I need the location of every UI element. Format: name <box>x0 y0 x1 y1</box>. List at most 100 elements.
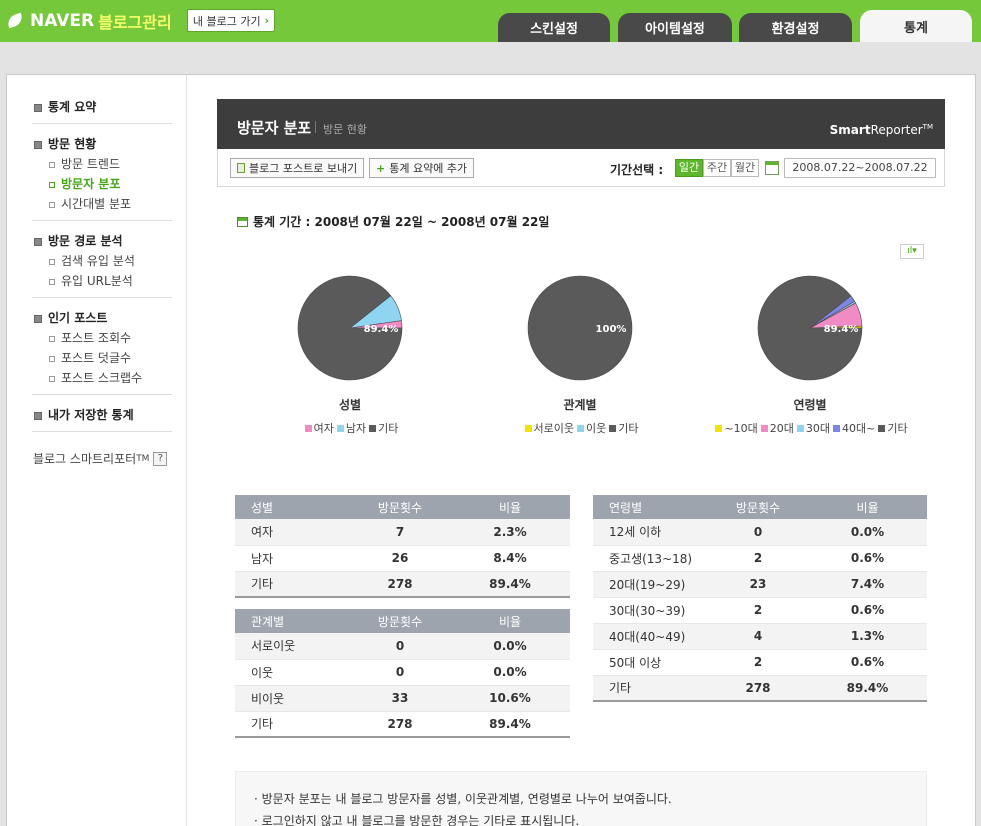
table-row: 중고생(13~18) 2 0.6% <box>593 545 927 572</box>
pie-svg: 100% <box>527 275 633 381</box>
sidebar-item-visit-status[interactable]: 방문 현황 <box>32 135 172 153</box>
help-icon[interactable]: ? <box>153 451 168 466</box>
cell: 50대 이상 <box>593 649 708 676</box>
tab-label: 아이템설정 <box>645 22 705 37</box>
smartreporter-label: 블로그 스마트리포터 <box>33 452 137 466</box>
legend-label: 여자 <box>313 422 334 435</box>
cell: 1.3% <box>808 623 927 650</box>
send-to-post-button[interactable]: 블로그 포스트로 보내기 <box>230 158 365 178</box>
cell: 30대(30~39) <box>593 597 708 624</box>
legend-label: 20대 <box>769 422 794 435</box>
nav-group-visit-status: 방문 현황 방문 트렌드 방문자 분포 시간대별 분포 <box>32 135 172 214</box>
pie-svg: 89.4% <box>757 275 863 381</box>
period-label: 기간선택 : <box>610 163 664 177</box>
add-to-summary-button[interactable]: + 통계 요약에 추가 <box>369 158 475 178</box>
cell: 서로이웃 <box>235 633 350 660</box>
sidebar-item-post-views[interactable]: 포스트 조회수 <box>32 328 172 348</box>
legend-swatch <box>715 425 723 432</box>
cell: 2.3% <box>450 519 570 546</box>
nav-group-saved-stats: 내가 저장한 통계 <box>32 406 172 424</box>
cell: 0.0% <box>450 659 570 686</box>
column-header: 방문횟수 <box>708 495 808 519</box>
cell: 2 <box>708 649 808 676</box>
cell: 89.4% <box>450 711 570 738</box>
notice-line: · 방문자 분포는 내 블로그 방문자를 성별, 이웃관계별, 연령별로 나누어… <box>254 792 672 806</box>
nav-group-popular-posts: 인기 포스트 포스트 조회수 포스트 덧글수 포스트 스크랩수 <box>32 309 172 388</box>
nav-group-summary: 통계 요약 <box>32 98 172 116</box>
cell: 0.6% <box>808 649 927 676</box>
date-range-field[interactable]: 2008.07.22~2008.07.22 <box>784 158 936 178</box>
naver-blog-logo[interactable]: NAVER 블로그관리 <box>6 9 172 33</box>
legend-label: ~10대 <box>724 422 758 435</box>
cell: 0 <box>350 633 450 660</box>
cell: 기타 <box>235 571 350 598</box>
column-header: 연령별 <box>593 495 708 519</box>
chevron-right-icon: › <box>264 14 270 27</box>
document-icon <box>237 163 245 173</box>
calendar-icon[interactable] <box>765 161 779 175</box>
sidebar: 통계 요약 방문 현황 방문 트렌드 방문자 분포 시간대별 분포 방문 경로 … <box>7 75 187 826</box>
pie-svg: 89.4% <box>297 275 403 381</box>
legend-label: 남자 <box>345 422 367 435</box>
app-title: 블로그관리 <box>98 13 172 32</box>
sidebar-item-post-comments[interactable]: 포스트 덧글수 <box>32 348 172 368</box>
pie-title: 성별 <box>338 398 362 412</box>
period-monthly[interactable]: 월간 <box>731 159 759 177</box>
cell: 이웃 <box>235 659 350 686</box>
cell: 0.6% <box>808 597 927 624</box>
sidebar-item-stat-summary[interactable]: 통계 요약 <box>32 98 172 116</box>
smartreporter-link[interactable]: 블로그 스마트리포터 TM ? <box>33 450 168 467</box>
sidebar-item-url-inflow[interactable]: 유입 URL분석 <box>32 271 172 291</box>
cell: 89.4% <box>808 675 927 702</box>
cell: 2 <box>708 545 808 572</box>
cell: 278 <box>708 675 808 702</box>
cell: 26 <box>350 545 450 572</box>
cell: 비이웃 <box>235 685 350 712</box>
my-blog-button[interactable]: 내 블로그 가기 › <box>187 9 275 32</box>
divider <box>32 394 172 395</box>
cell: 7.4% <box>808 571 927 598</box>
cell: 20대(19~29) <box>593 571 708 598</box>
sidebar-item-saved-stats[interactable]: 내가 저장한 통계 <box>32 406 172 424</box>
sidebar-item-search-inflow[interactable]: 검색 유입 분석 <box>32 251 172 271</box>
pie-chart-gender: 89.4% 성별 여자 남자 기타 <box>235 274 465 444</box>
legend-label: 40대~ <box>842 422 876 435</box>
sidebar-item-visit-trend[interactable]: 방문 트렌드 <box>32 154 172 174</box>
page-subtitle: 방문 현황 <box>323 123 367 136</box>
legend-swatch <box>796 425 804 432</box>
cell: 278 <box>350 711 450 738</box>
notice-line: · 로그인하지 않고 내 블로그를 방문한 경우는 기타로 표시됩니다. <box>254 814 580 826</box>
cell: 40대(40~49) <box>593 623 708 650</box>
chart-type-dropdown[interactable]: ıl▾ <box>900 244 924 259</box>
table-row: 20대(19~29) 23 7.4% <box>593 571 927 598</box>
page-title: 방문자 분포 <box>237 119 312 137</box>
legend-label: 서로이웃 <box>533 422 574 435</box>
tab-skin-settings[interactable]: 스킨설정 <box>498 13 610 42</box>
table-row: 50대 이상 2 0.6% <box>593 649 927 676</box>
column-header: 방문횟수 <box>350 495 450 519</box>
legend-label: 기타 <box>618 422 639 435</box>
period-daily[interactable]: 일간 <box>675 159 703 177</box>
tab-statistics[interactable]: 통계 <box>860 10 972 42</box>
table-header-row: 연령별 방문횟수 비율 <box>593 495 927 519</box>
sidebar-item-hourly-distribution[interactable]: 시간대별 분포 <box>32 194 172 214</box>
legend-swatch <box>336 425 344 432</box>
divider <box>32 431 172 432</box>
legend-swatch <box>576 425 584 432</box>
tab-item-settings[interactable]: 아이템설정 <box>618 13 732 42</box>
cell: 2 <box>708 597 808 624</box>
smartreporter-brand: SmartReporterTM <box>830 123 933 137</box>
sidebar-item-visitor-distribution[interactable]: 방문자 분포 <box>32 174 172 194</box>
tab-env-settings[interactable]: 환경설정 <box>739 13 852 42</box>
sidebar-item-popular-posts[interactable]: 인기 포스트 <box>32 309 172 327</box>
sidebar-item-post-scraps[interactable]: 포스트 스크랩수 <box>32 368 172 388</box>
cell: 7 <box>350 519 450 546</box>
cell: 0.0% <box>450 633 570 660</box>
table-row: 12세 이하 0 0.0% <box>593 519 927 546</box>
cell: 기타 <box>593 675 708 702</box>
table-row: 서로이웃 0 0.0% <box>235 633 570 660</box>
sidebar-item-visit-path[interactable]: 방문 경로 분석 <box>32 232 172 250</box>
table-row: 30대(30~39) 2 0.6% <box>593 597 927 624</box>
table-row: 기타 278 89.4% <box>235 571 570 598</box>
period-weekly[interactable]: 주간 <box>703 159 731 177</box>
